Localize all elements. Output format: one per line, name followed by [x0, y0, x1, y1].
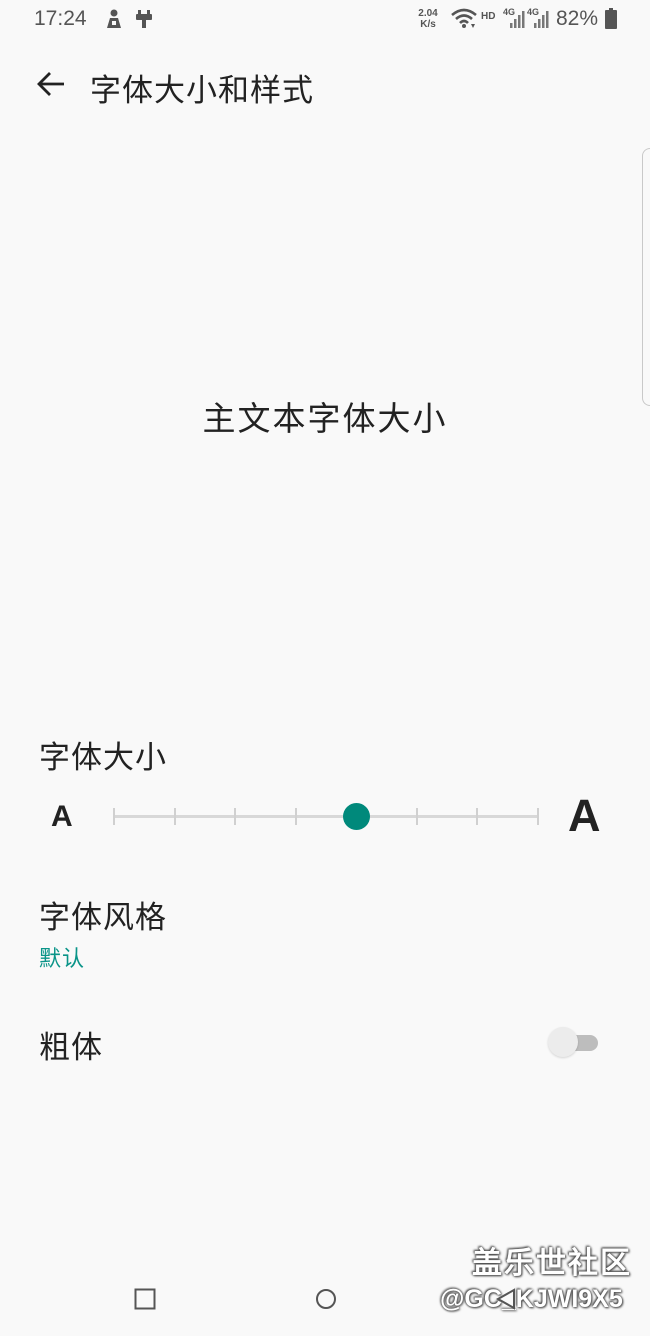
hd-voice-label: HD	[481, 11, 496, 22]
slider-tick	[415, 808, 418, 825]
battery-icon	[605, 8, 617, 34]
font-size-label: 字体大小	[39, 740, 167, 776]
signal-icon: 4G	[502, 6, 526, 34]
notification-app-icon	[104, 8, 124, 34]
home-icon	[316, 1289, 336, 1309]
font-size-large-icon: A	[568, 790, 601, 841]
font-preview-text: 主文本字体大小	[202, 399, 448, 438]
home-button[interactable]	[315, 1288, 337, 1314]
network-speed-unit: K/s	[420, 19, 436, 30]
wifi-icon	[450, 7, 478, 35]
screen: 17:24 2.04 K/s HD 4G 4G 82% 字体大小和样式 主文本字…	[0, 0, 650, 1336]
arrow-back-icon	[37, 72, 64, 96]
slider-tick	[173, 808, 176, 825]
status-time: 17:24	[34, 7, 87, 30]
signal-icon: 4G	[526, 6, 550, 34]
recent-apps-icon	[134, 1288, 156, 1310]
edge-panel-handle[interactable]	[642, 148, 650, 406]
recent-apps-button[interactable]	[134, 1288, 156, 1314]
slider-tick	[234, 808, 237, 825]
network-speed: 2.04 K/s	[414, 8, 442, 30]
font-size-slider[interactable]	[113, 798, 539, 834]
font-style-label[interactable]: 字体风格	[39, 892, 167, 937]
slider-track	[114, 815, 538, 818]
navigation-bar	[0, 1270, 650, 1336]
font-style-value[interactable]: 默认	[39, 941, 85, 973]
slider-tick	[537, 808, 539, 825]
bold-toggle[interactable]	[548, 1027, 600, 1057]
font-size-small-icon: A	[51, 800, 73, 833]
notification-usb-icon	[135, 8, 153, 34]
bold-label: 粗体	[39, 1030, 103, 1066]
battery-percent: 82%	[556, 7, 599, 30]
slider-tick	[294, 808, 297, 825]
slider-tick	[113, 808, 115, 825]
back-icon	[495, 1288, 515, 1310]
app-toolbar: 字体大小和样式	[0, 56, 650, 112]
page-title: 字体大小和样式	[90, 73, 314, 109]
network-type-label: 4G	[527, 7, 539, 17]
slider-tick	[476, 808, 479, 825]
nav-back-button[interactable]	[495, 1288, 517, 1314]
back-button[interactable]	[30, 64, 72, 104]
slider-thumb[interactable]	[342, 803, 370, 830]
network-speed-value: 2.04	[418, 8, 438, 19]
toggle-thumb	[548, 1027, 578, 1057]
network-type-label: 4G	[503, 7, 515, 17]
bold-setting-row[interactable]: 粗体	[0, 1010, 650, 1080]
status-bar: 17:24 2.04 K/s HD 4G 4G 82%	[0, 0, 650, 40]
